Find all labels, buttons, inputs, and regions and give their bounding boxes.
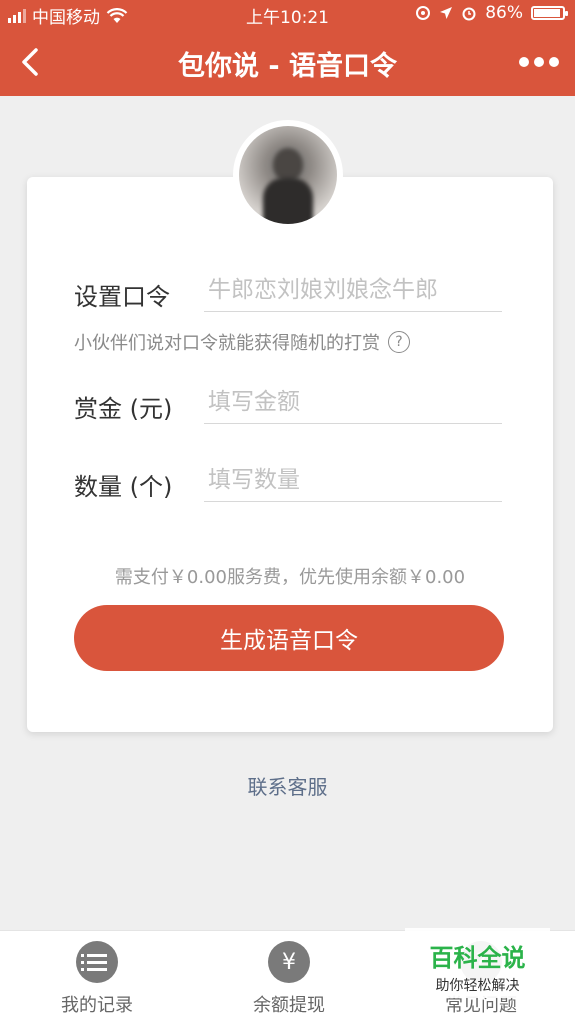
amount-label: 赏金 (元) bbox=[74, 395, 173, 423]
nav-bar: 包你说 - 语音口令 bbox=[0, 28, 575, 96]
tab-records-label: 我的记录 bbox=[61, 995, 133, 1016]
quantity-input[interactable] bbox=[204, 467, 510, 493]
watermark-title: 百科全说 bbox=[429, 944, 526, 972]
quantity-label: 数量 (个) bbox=[74, 473, 173, 501]
command-input[interactable] bbox=[204, 277, 510, 303]
battery-percent: 86% bbox=[485, 3, 523, 23]
avatar-photo bbox=[239, 126, 337, 224]
command-label: 设置口令 bbox=[74, 283, 170, 311]
yen-icon: ¥ bbox=[268, 941, 310, 983]
more-button[interactable] bbox=[519, 50, 559, 74]
command-row: 设置口令 bbox=[74, 277, 510, 312]
watermark-subtitle: 助你轻松解决 bbox=[435, 978, 520, 994]
amount-row: 赏金 (元) bbox=[74, 389, 510, 424]
tab-records[interactable]: 我的记录 bbox=[27, 941, 167, 1017]
hint-text: 小伙伴们说对口令就能获得随机的打赏 bbox=[74, 333, 380, 354]
avatar bbox=[233, 120, 343, 230]
help-icon[interactable]: ? bbox=[388, 331, 410, 353]
status-bar: 中国移动 上午10:21 86% bbox=[0, 0, 575, 28]
contact-support-link[interactable]: 联系客服 bbox=[0, 771, 575, 800]
form-card: 设置口令 小伙伴们说对口令就能获得随机的打赏 ? 赏金 (元) 数量 (个) 需… bbox=[27, 177, 553, 732]
command-hint: 小伙伴们说对口令就能获得随机的打赏 ? bbox=[74, 329, 410, 355]
screen-lock-icon bbox=[416, 6, 431, 20]
page-title: 包你说 - 语音口令 bbox=[177, 51, 397, 82]
more-dots-icon bbox=[519, 57, 529, 67]
battery-icon bbox=[531, 6, 568, 20]
location-icon bbox=[440, 7, 453, 19]
list-icon bbox=[76, 941, 118, 983]
fee-text: 需支付￥0.00服务费，优先使用余额￥0.00 bbox=[114, 567, 466, 588]
tab-withdraw-label: 余额提现 bbox=[253, 995, 325, 1016]
watermark-logo: 百科全说 助你轻松解决 bbox=[405, 928, 550, 998]
generate-command-button[interactable]: 生成语音口令 bbox=[74, 605, 504, 671]
amount-input[interactable] bbox=[204, 389, 510, 415]
quantity-row: 数量 (个) bbox=[74, 467, 510, 502]
tab-withdraw[interactable]: ¥ 余额提现 bbox=[219, 941, 359, 1017]
alarm-icon bbox=[462, 7, 476, 21]
